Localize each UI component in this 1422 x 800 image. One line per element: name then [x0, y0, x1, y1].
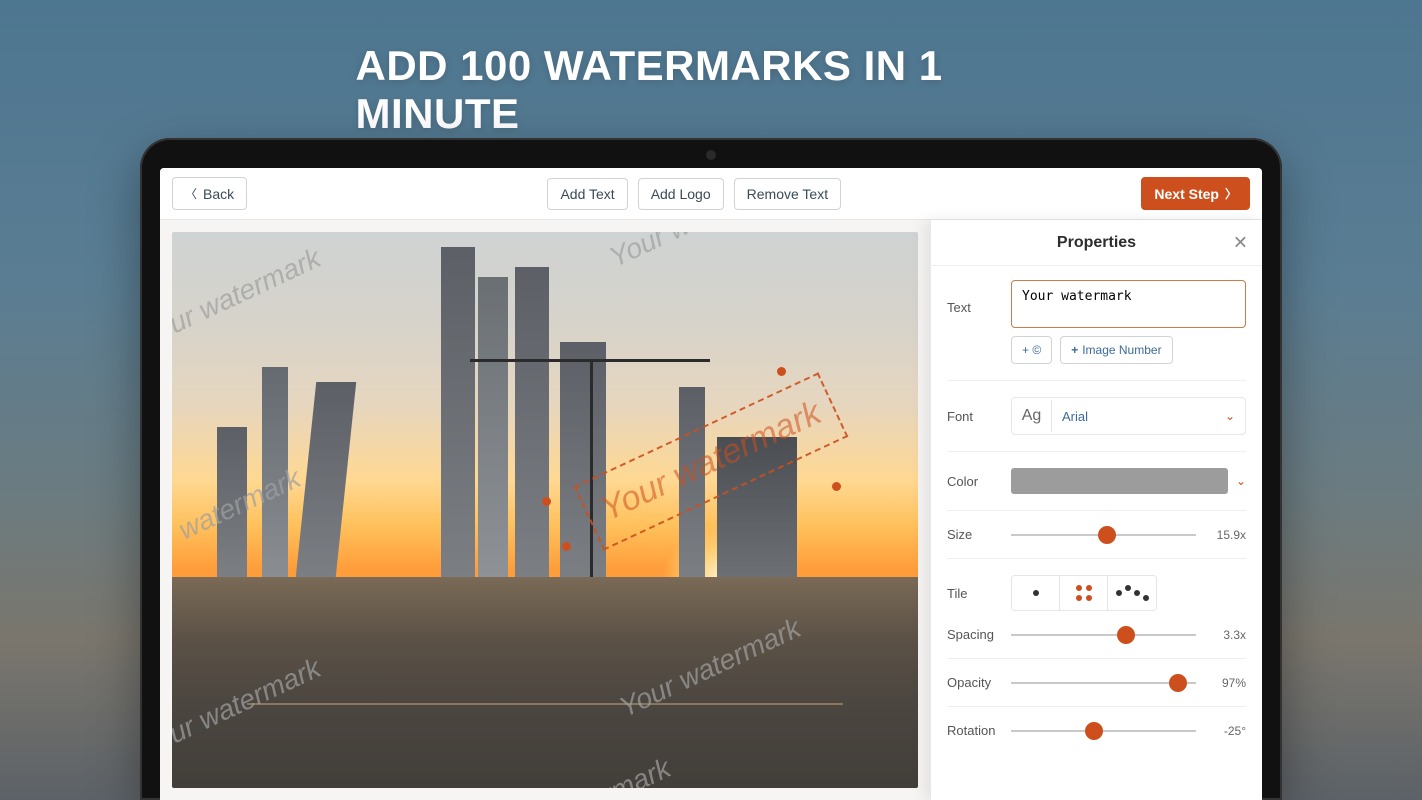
add-image-number-label: Image Number	[1082, 343, 1161, 357]
tile-label: Tile	[947, 586, 999, 601]
font-sample-icon: Ag	[1012, 400, 1052, 432]
opacity-label: Opacity	[947, 675, 999, 690]
chevron-down-icon: ⌄	[1225, 409, 1235, 423]
add-text-button[interactable]: Add Text	[547, 178, 627, 210]
rotation-handle[interactable]	[562, 542, 571, 551]
properties-panel: Properties ✕ Text + © + Image Number	[930, 220, 1262, 800]
spacing-label: Spacing	[947, 627, 999, 642]
next-step-label: Next Step	[1154, 186, 1219, 202]
chevron-right-icon: 〉	[1225, 185, 1237, 202]
slider-thumb[interactable]	[1169, 674, 1187, 692]
tile-diagonal[interactable]	[1108, 576, 1156, 610]
close-icon[interactable]: ✕	[1233, 232, 1248, 253]
back-button[interactable]: 〈 Back	[172, 177, 247, 210]
color-label: Color	[947, 474, 999, 489]
chevron-left-icon: 〈	[185, 185, 197, 202]
size-label: Size	[947, 527, 999, 542]
tile-grid[interactable]	[1060, 576, 1108, 610]
panel-title: Properties	[1057, 234, 1136, 252]
back-label: Back	[203, 186, 234, 202]
panel-body: Text + © + Image Number	[931, 266, 1262, 752]
selection-handle[interactable]	[777, 367, 786, 376]
color-swatch[interactable]	[1011, 468, 1228, 494]
preview-photo: Your watermark Your watermark Your water…	[172, 232, 918, 788]
slider-thumb[interactable]	[1098, 526, 1116, 544]
promo-headline: ADD 100 WATERMARKS IN 1 MINUTE	[356, 42, 1067, 138]
font-selector[interactable]: Ag Arial ⌄	[1011, 397, 1246, 435]
workspace: Your watermark Your watermark Your water…	[160, 220, 1262, 800]
size-value: 15.9x	[1206, 528, 1246, 542]
add-copyright-button[interactable]: + ©	[1011, 336, 1052, 364]
remove-text-button[interactable]: Remove Text	[734, 178, 841, 210]
size-slider[interactable]	[1011, 534, 1196, 536]
toolbar-center: Add Text Add Logo Remove Text	[547, 178, 841, 210]
slider-thumb[interactable]	[1085, 722, 1103, 740]
selection-handle[interactable]	[542, 497, 551, 506]
tile-options	[1011, 575, 1157, 611]
text-label: Text	[947, 280, 999, 315]
add-logo-button[interactable]: Add Logo	[638, 178, 724, 210]
spacing-value: 3.3x	[1206, 628, 1246, 642]
font-label: Font	[947, 409, 999, 424]
opacity-slider[interactable]	[1011, 682, 1196, 684]
next-step-button[interactable]: Next Step 〉	[1141, 177, 1250, 210]
font-name: Arial	[1052, 409, 1225, 424]
toolbar: 〈 Back Add Text Add Logo Remove Text Nex…	[160, 168, 1262, 220]
slider-thumb[interactable]	[1117, 626, 1135, 644]
selection-handle[interactable]	[832, 482, 841, 491]
add-image-number-button[interactable]: + Image Number	[1060, 336, 1172, 364]
chevron-down-icon[interactable]: ⌄	[1236, 474, 1246, 488]
canvas[interactable]: Your watermark Your watermark Your water…	[160, 220, 930, 800]
watermark-text-input[interactable]	[1011, 280, 1246, 328]
plus-icon: +	[1071, 343, 1078, 357]
tablet-frame: 〈 Back Add Text Add Logo Remove Text Nex…	[140, 138, 1282, 800]
tile-single[interactable]	[1012, 576, 1060, 610]
spacing-slider[interactable]	[1011, 634, 1196, 636]
rotation-value: -25°	[1206, 724, 1246, 738]
rotation-slider[interactable]	[1011, 730, 1196, 732]
rotation-label: Rotation	[947, 723, 999, 738]
panel-header: Properties ✕	[931, 220, 1262, 266]
app-screen: 〈 Back Add Text Add Logo Remove Text Nex…	[160, 168, 1262, 800]
camera-dot	[706, 150, 716, 160]
opacity-value: 97%	[1206, 676, 1246, 690]
